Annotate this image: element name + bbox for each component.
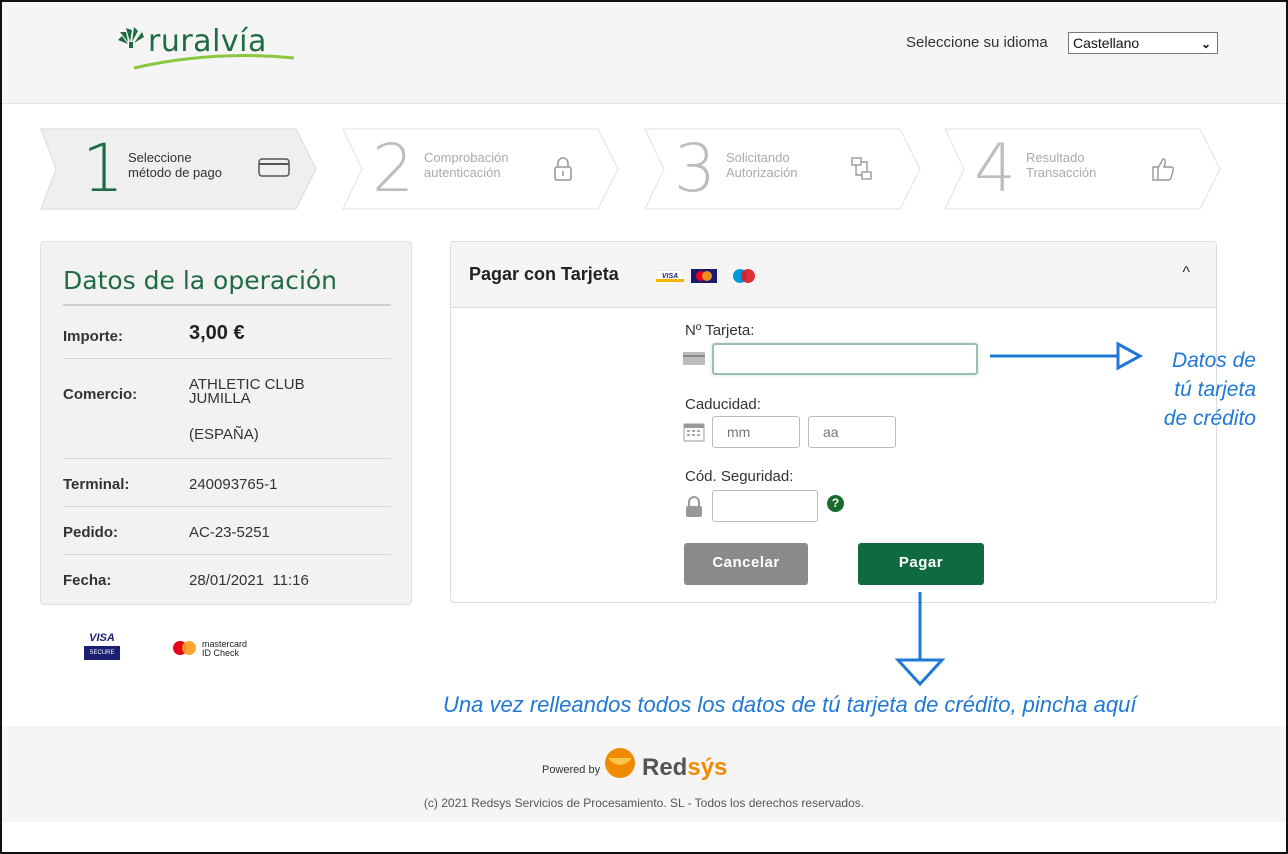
pay-annotation: Una vez relleandos todos los datos de tú…	[443, 692, 1137, 717]
redsys-brand: Redsýs	[642, 754, 728, 781]
copyright: (c) 2021 Redsys Servicios de Procesamien…	[423, 796, 865, 810]
powered-by-label: Powered by	[542, 764, 601, 776]
redsys-logo-icon	[605, 748, 635, 778]
footer: Powered by Redsýs (c) 2021 Redsys Servic…	[2, 726, 1286, 822]
card-annotation: Datos de tú tarjeta de crédito	[1163, 349, 1256, 430]
